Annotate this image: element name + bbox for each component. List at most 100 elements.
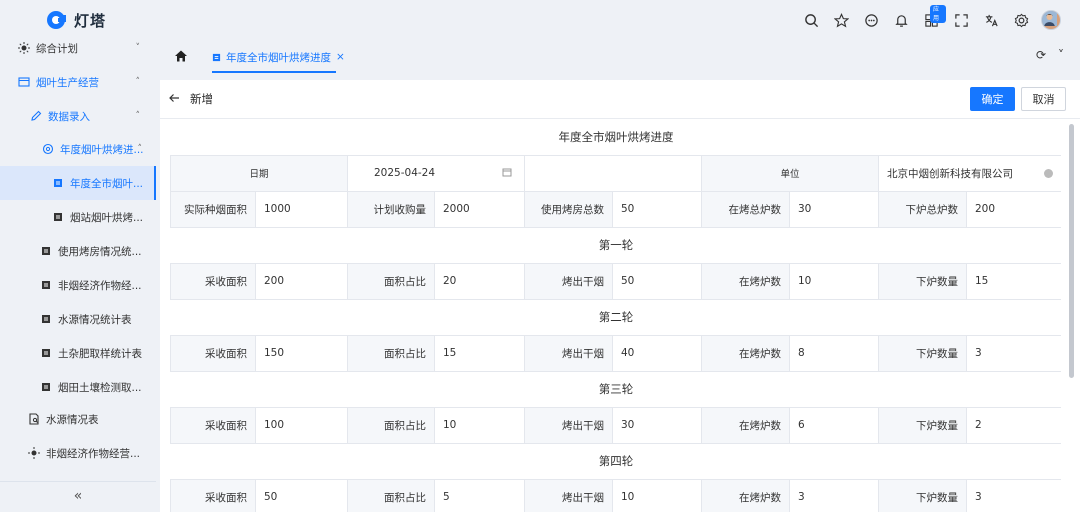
date-label: 日期 — [170, 154, 348, 192]
sidebar-item-soil-testing[interactable]: 烟田土壤检测取... — [0, 370, 156, 404]
tab-city-curing-progress[interactable]: 年度全市烟叶烘烤进度 × — [212, 45, 345, 69]
confirm-button[interactable]: 确定 — [970, 87, 1015, 111]
sidebar-item-label: 烟田土壤检测取... — [58, 381, 142, 394]
gear-icon[interactable] — [1006, 8, 1036, 32]
app-logo[interactable]: 灯塔 — [46, 9, 106, 31]
apps-icon[interactable]: 应用 — [916, 5, 946, 32]
form-title: 年度全市烟叶烘烤进度 — [170, 119, 1061, 156]
field-input[interactable]: 10 — [434, 406, 525, 444]
field-label: 在烤炉数 — [701, 262, 790, 300]
sidebar-item-barn-usage[interactable]: 使用烤房情况统... — [0, 234, 156, 268]
field-label: 下炉数量 — [878, 478, 967, 512]
field-input[interactable]: 200 — [255, 262, 348, 300]
top-header: 灯塔 应用 — [0, 0, 1080, 40]
field-input[interactable]: 2 — [965, 406, 1061, 444]
clear-icon[interactable] — [1044, 168, 1054, 178]
doc-icon — [212, 53, 221, 61]
field-input[interactable]: 3 — [789, 478, 879, 512]
sidebar-item-overall-plan[interactable]: 综合计划 ˅ — [0, 31, 156, 65]
date-field[interactable]: 2025-04-24 — [347, 154, 525, 192]
round-header-row: 第三轮 — [170, 370, 1061, 408]
sidebar-collapse-button[interactable]: « — [0, 481, 156, 509]
field-label: 烤出干烟 — [524, 406, 613, 444]
back-button[interactable]: 新增 — [168, 91, 213, 107]
unit-label: 单位 — [701, 154, 879, 192]
field-label: 采收面积 — [170, 478, 256, 512]
sidebar-item-fertilizer-sampling[interactable]: 土杂肥取样统计表 — [0, 336, 156, 370]
unit-select[interactable]: 北京中烟创新科技有限公司 — [877, 154, 1061, 192]
calendar-icon — [502, 167, 512, 180]
field-input[interactable]: 100 — [255, 406, 348, 444]
field-input[interactable]: 6 — [789, 406, 879, 444]
arrow-left-icon — [168, 92, 180, 107]
field-input[interactable]: 10 — [789, 262, 879, 300]
field-input[interactable]: 15 — [965, 262, 1061, 300]
sidebar-item-label: 非烟经济作物经... — [58, 279, 142, 292]
field-input[interactable]: 50 — [612, 190, 702, 228]
field-label: 面积占比 — [347, 262, 435, 300]
search-icon[interactable] — [796, 8, 826, 32]
date-value: 2025-04-24 — [374, 167, 436, 179]
field-input[interactable]: 3 — [965, 334, 1061, 372]
chevron-up-icon: ˄ — [135, 111, 141, 121]
bell-icon[interactable] — [886, 8, 916, 32]
doc-icon — [40, 279, 52, 291]
settings-icon — [42, 143, 54, 155]
field-input[interactable]: 50 — [255, 478, 348, 512]
field-input[interactable]: 10 — [612, 478, 702, 512]
field-label: 使用烤房总数 — [524, 190, 613, 228]
field-input[interactable]: 3 — [965, 478, 1061, 512]
refresh-icon[interactable]: ⟳ — [1036, 48, 1046, 62]
sidebar-item-non-tobacco-ops[interactable]: 非烟经济作物经营... — [0, 436, 156, 470]
star-icon[interactable] — [826, 8, 856, 32]
field-input[interactable]: 30 — [789, 190, 879, 228]
fullscreen-icon[interactable] — [946, 8, 976, 32]
round-header-row: 第二轮 — [170, 298, 1061, 336]
sidebar-item-tobacco-ops[interactable]: 烟叶生产经营 ˄ — [0, 65, 156, 99]
unit-value: 北京中烟创新科技有限公司 — [887, 167, 1013, 180]
sidebar-item-water-table[interactable]: 水源情况表 — [0, 402, 156, 436]
doc-icon — [40, 245, 52, 257]
field-input[interactable]: 8 — [789, 334, 879, 372]
close-icon[interactable]: × — [336, 51, 345, 63]
tab-active-indicator — [212, 71, 336, 73]
field-label: 烤出干烟 — [524, 262, 613, 300]
field-input[interactable]: 200 — [965, 190, 1061, 228]
field-input[interactable]: 20 — [434, 262, 525, 300]
sidebar-item-annual-curing[interactable]: 年度烟叶烘烤进... ˄ — [0, 132, 156, 166]
sun-icon — [28, 447, 40, 459]
logo-icon — [46, 9, 68, 31]
doc-icon — [40, 313, 52, 325]
round-row: 采收面积 200 面积占比 20 烤出干烟 50 在烤炉数 10 下炉数量 15 — [170, 262, 1061, 300]
sidebar-item-data-entry[interactable]: 数据录入 ˄ — [0, 99, 156, 133]
cancel-button[interactable]: 取消 — [1021, 87, 1066, 111]
sidebar-item-label: 非烟经济作物经营... — [46, 447, 141, 460]
round-row: 采收面积 150 面积占比 15 烤出干烟 40 在烤炉数 8 下炉数量 3 — [170, 334, 1061, 372]
field-input[interactable]: 30 — [612, 406, 702, 444]
field-input[interactable]: 15 — [434, 334, 525, 372]
sidebar-item-water-stats[interactable]: 水源情况统计表 — [0, 302, 156, 336]
sun-icon — [18, 42, 30, 54]
chevron-down-icon[interactable]: ˅ — [1058, 48, 1064, 62]
sidebar-item-non-tobacco-crops[interactable]: 非烟经济作物经... — [0, 268, 156, 302]
scrollbar[interactable] — [1069, 124, 1074, 378]
field-input[interactable]: 150 — [255, 334, 348, 372]
sidebar-item-label: 烟叶生产经营 — [36, 76, 99, 89]
edit-icon — [30, 110, 42, 122]
field-input[interactable]: 5 — [434, 478, 525, 512]
round-header-row: 第一轮 — [170, 226, 1061, 264]
translate-icon[interactable] — [976, 8, 1006, 32]
chevron-down-icon: ˅ — [135, 43, 141, 53]
chat-icon[interactable] — [856, 8, 886, 32]
field-input[interactable]: 1000 — [255, 190, 348, 228]
field-label: 面积占比 — [347, 478, 435, 512]
field-label: 实际种烟面积 — [170, 190, 256, 228]
field-input[interactable]: 50 — [612, 262, 702, 300]
sidebar-item-label: 水源情况统计表 — [58, 313, 132, 326]
home-icon[interactable] — [174, 49, 188, 63]
sidebar-item-city-curing-progress[interactable]: 年度全市烟叶... — [0, 166, 156, 200]
field-input[interactable]: 2000 — [434, 190, 525, 228]
field-input[interactable]: 40 — [612, 334, 702, 372]
user-avatar[interactable] — [1036, 8, 1066, 32]
sidebar-item-station-curing[interactable]: 烟站烟叶烘烤... — [0, 200, 156, 234]
